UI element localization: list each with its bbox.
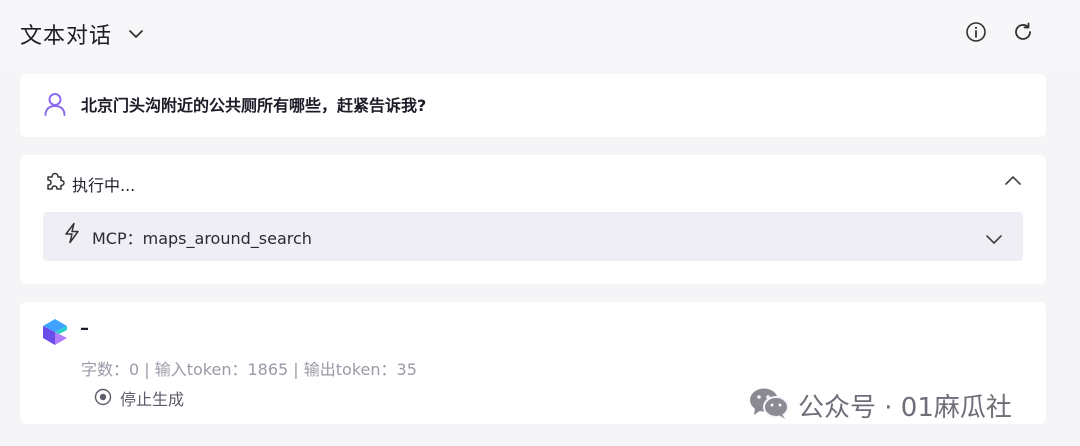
chevron-down-icon[interactable] <box>126 24 146 44</box>
wechat-icon <box>750 388 789 419</box>
streaming-cursor: – <box>80 318 89 339</box>
refresh-icon[interactable] <box>1011 20 1035 44</box>
user-icon <box>44 93 66 116</box>
user-question-text: 北京门头沟附近的公共厕所有哪些，赶紧告诉我? <box>81 96 427 115</box>
assistant-logo-icon <box>43 319 67 345</box>
stop-generation-label: 停止生成 <box>120 390 185 409</box>
token-stats: 字数：0 | 输入token：1865 | 输出token：35 <box>81 360 417 379</box>
puzzle-icon <box>47 172 65 190</box>
execution-card: 执行中... MCP：maps_around_search <box>20 155 1046 284</box>
mcp-tool-name: MCP：maps_around_search <box>92 229 312 248</box>
info-icon[interactable] <box>964 20 988 44</box>
watermark-text: 公众号 · 01麻瓜社 <box>798 393 1012 423</box>
page-title[interactable]: 文本对话 <box>20 18 112 50</box>
mcp-tool-call[interactable]: MCP：maps_around_search <box>43 212 1023 261</box>
user-question-card: 北京门头沟附近的公共厕所有哪些，赶紧告诉我? <box>20 74 1046 137</box>
header-bar: 文本对话 <box>0 0 1080 72</box>
chevron-up-icon[interactable] <box>1002 170 1024 192</box>
chevron-down-icon[interactable] <box>983 228 1005 250</box>
stop-circle-icon <box>94 388 112 406</box>
execution-status: 执行中... <box>72 176 136 195</box>
lightning-icon <box>65 222 79 244</box>
